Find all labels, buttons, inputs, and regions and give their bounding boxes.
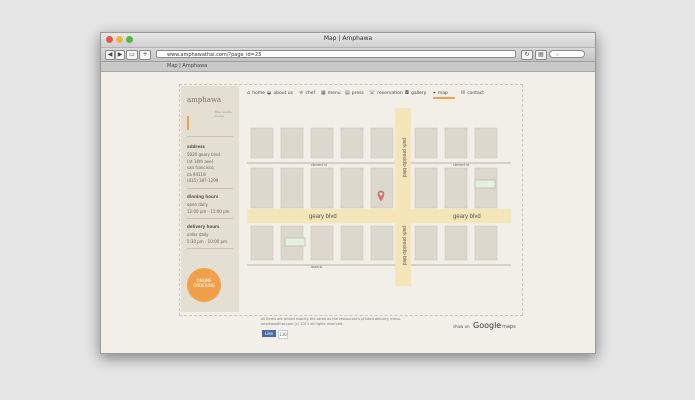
clement-st-label-right: clement st xyxy=(453,163,469,167)
nav-label: contact xyxy=(467,90,485,96)
tab-map-amphawa[interactable]: Map | Amphawa xyxy=(167,62,207,71)
park-patch xyxy=(474,179,496,189)
site-logo[interactable]: amphawa xyxy=(187,96,221,104)
page-menu-button[interactable]: ▤ xyxy=(535,50,547,60)
online-ordering-label: ONLINE ORDERING xyxy=(193,278,215,288)
accent-bar xyxy=(187,116,189,130)
search-icon: ⌕ xyxy=(556,52,559,58)
divider xyxy=(187,248,233,249)
divider xyxy=(187,136,233,137)
title-bar: Map | Amphawa xyxy=(101,33,595,48)
menu-icon: ▦ xyxy=(321,90,326,96)
tab-bar: Map | Amphawa xyxy=(101,62,595,72)
playground-patch xyxy=(284,237,306,247)
address-line: 5020 geary blvd. xyxy=(187,152,222,157)
nav-item-chef[interactable]: ♔ chef xyxy=(299,90,315,96)
phone-number: (415) 387-1299 xyxy=(187,178,219,183)
delivery-hours-block: order daily 5:30 pm - 10:00 pm xyxy=(187,232,227,245)
geary-blvd-label-left: geary blvd xyxy=(309,214,337,220)
window-title: Map | Amphawa xyxy=(323,35,373,42)
plus-icon: + xyxy=(142,51,148,58)
page-icon: ▤ xyxy=(538,51,544,58)
url-text: www.amphawathai.com/?page_id=23 xyxy=(167,52,262,58)
bookmarks-icon: ▭ xyxy=(129,51,135,58)
nav-item-gallery[interactable]: ◘ gallery xyxy=(405,90,426,96)
home-icon: ⌂ xyxy=(247,90,251,96)
nav-item-about-us[interactable]: ◒ about us xyxy=(267,90,293,96)
newspaper-icon: ▤ xyxy=(345,90,350,96)
browser-toolbar: ◀ ▶ ▭ + www.amphawathai.com/?page_id=23 … xyxy=(101,48,595,62)
dining-hours-heading: dinning hours xyxy=(187,194,219,199)
phone-icon: ☏ xyxy=(369,90,376,96)
nav-label: press xyxy=(351,90,364,96)
active-nav-underline xyxy=(433,97,455,99)
google-maps-link[interactable]: Google xyxy=(473,321,501,330)
logo-subtitle: thai noodle house xyxy=(215,110,232,118)
dining-hours-line: 12:00 pm - 11:00 pm xyxy=(187,208,230,214)
dining-hours-block: open daily 12:00 pm - 11:00 pm xyxy=(187,202,229,215)
nav-item-contact[interactable]: ✉ contact xyxy=(461,90,484,96)
address-block: 5020 geary blvd. (at 14th ave) san franc… xyxy=(187,152,221,185)
address-heading: address xyxy=(187,144,205,149)
chef-hat-icon: ♔ xyxy=(299,90,304,96)
divider xyxy=(187,218,233,219)
nav-item-map[interactable]: ⌖ map xyxy=(433,90,448,96)
back-icon: ◀ xyxy=(107,51,113,58)
nav-label: home xyxy=(252,90,265,96)
facebook-like-button[interactable]: Like xyxy=(262,330,276,337)
like-count: 130 xyxy=(278,330,288,339)
envelope-icon: ✉ xyxy=(461,90,466,96)
reload-button[interactable]: ↻ xyxy=(521,50,533,60)
nav-item-reservation[interactable]: ☏ reservation xyxy=(369,90,403,96)
show-on-label: show on xyxy=(453,324,470,329)
reload-icon: ↻ xyxy=(524,51,530,58)
main-nav: ⌂ home ◒ about us ♔ chef ▦ menu ▤ press ☏ rese… xyxy=(247,90,517,100)
search-field[interactable]: ⌕ xyxy=(549,50,585,58)
nav-label: chef xyxy=(305,90,316,96)
nav-label: gallery xyxy=(410,90,427,96)
delivery-hours-heading: delivery hours xyxy=(187,224,220,229)
page-content: amphawa thai noodle house address 5020 g… xyxy=(101,72,595,353)
show-bookmarks-button[interactable]: ▭ xyxy=(126,50,138,60)
camera-icon: ◘ xyxy=(405,90,409,96)
nav-item-home[interactable]: ⌂ home xyxy=(247,90,265,96)
nav-label: reservation xyxy=(377,90,403,96)
nav-item-menu[interactable]: ▦ menu xyxy=(321,90,341,96)
geary-blvd-label-right: geary blvd xyxy=(453,214,481,220)
copyright-note: amphawathai.com (c) 2011 all rights rese… xyxy=(261,322,344,326)
divider xyxy=(187,188,233,189)
address-bar[interactable]: www.amphawathai.com/?page_id=23 xyxy=(156,50,516,58)
footer-note: all items are priced exactly the same as… xyxy=(261,317,401,327)
browser-window: Map | Amphawa ◀ ▶ ▭ + www.amphawathai.co… xyxy=(100,32,596,354)
forward-icon: ▶ xyxy=(117,51,123,58)
add-bookmark-button[interactable]: + xyxy=(139,50,151,60)
delivery-hours-line: 5:30 pm - 10:00 pm xyxy=(187,238,227,244)
online-ordering-badge[interactable]: ONLINE ORDERING xyxy=(187,268,221,302)
bowl-icon: ◒ xyxy=(267,90,272,96)
back-button[interactable]: ◀ xyxy=(105,50,115,60)
street-map[interactable]: geary blvd geary blvd clement st clement… xyxy=(247,108,511,286)
nav-label: about us xyxy=(273,90,293,96)
map-icon: ⌖ xyxy=(433,90,436,96)
nav-label: map xyxy=(437,90,448,96)
park-presidio-label-bottom: park presidio blvd xyxy=(401,226,407,265)
maps-label[interactable]: maps xyxy=(502,324,516,330)
nav-item-press[interactable]: ▤ press xyxy=(345,90,364,96)
park-presidio-label-top: park presidio blvd xyxy=(401,138,407,177)
nav-label: menu xyxy=(327,90,341,96)
sidebar: amphawa thai noodle house address 5020 g… xyxy=(181,86,239,312)
clement-st-label-left: clement st xyxy=(311,163,327,167)
forward-button[interactable]: ▶ xyxy=(115,50,125,60)
anza-st-label: anza st xyxy=(311,265,322,269)
